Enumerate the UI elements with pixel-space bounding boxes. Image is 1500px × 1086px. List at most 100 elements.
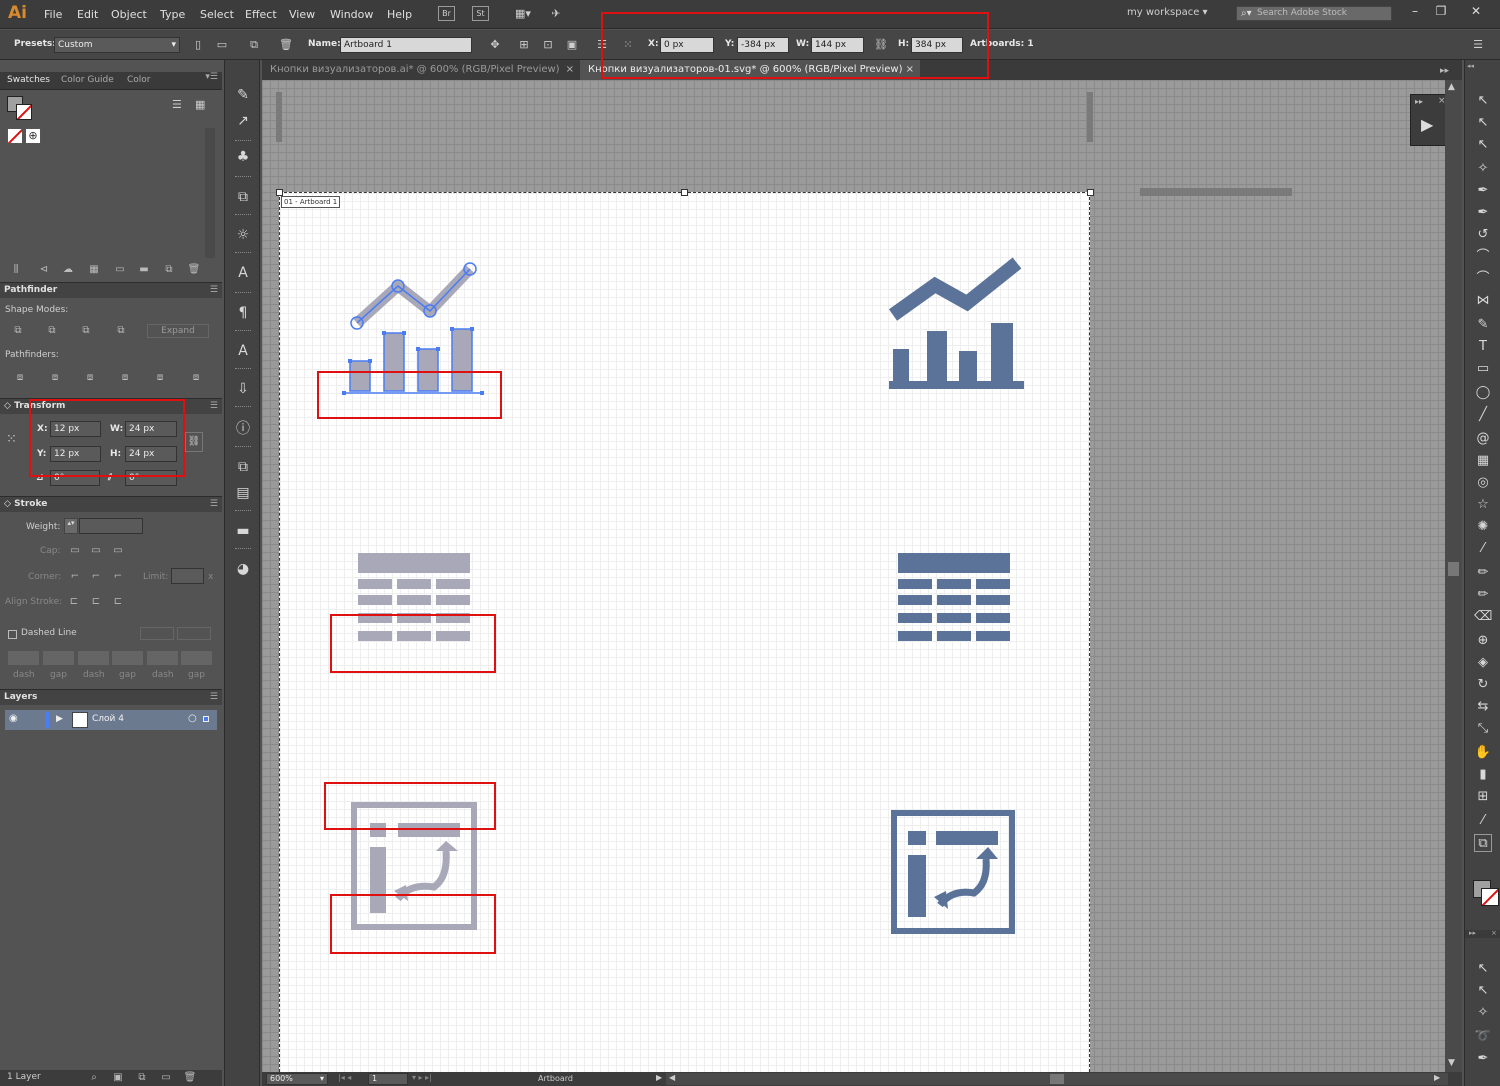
minimize-button[interactable]: – <box>1403 3 1427 19</box>
report-icon-final[interactable] <box>890 809 1020 939</box>
weight-stepper[interactable]: ▴▾ <box>64 518 78 534</box>
divide-icon[interactable]: ⧈ <box>12 371 28 385</box>
rotate-tool-icon[interactable]: ↻ <box>1474 676 1492 694</box>
tabs-overflow-icon[interactable]: ▸▸ <box>1440 66 1449 76</box>
pen-tool-alt-icon[interactable]: ✒ <box>1474 1050 1492 1068</box>
layer-row[interactable]: ◉ ▶ Слой 4 ○ <box>5 710 217 730</box>
color-wheel-icon[interactable]: ◕ <box>234 560 252 578</box>
layers-menu-icon[interactable]: ☰ <box>210 690 218 705</box>
dash-align-icon[interactable] <box>177 627 211 640</box>
menu-file[interactable]: File <box>44 8 62 21</box>
color-group-icon[interactable]: ▦ <box>86 263 102 277</box>
new-layer-icon[interactable]: ▭ <box>158 1071 174 1085</box>
menu-select[interactable]: Select <box>200 8 234 21</box>
align-inside-icon[interactable]: ⊏ <box>88 595 104 609</box>
next-artboard-icon[interactable]: ▾ ▸ ▸| <box>412 1073 432 1082</box>
show-center-mark-icon[interactable]: ⊞ <box>516 37 532 53</box>
trim-icon[interactable]: ⧈ <box>47 371 63 385</box>
group-selection-tool-icon[interactable]: ↖ <box>1474 136 1492 154</box>
swatch-library-icon[interactable]: ⫼ <box>8 263 24 277</box>
intersect-icon[interactable]: ⧉ <box>78 324 94 338</box>
pathfinder-menu-icon[interactable]: ☰ <box>210 283 218 298</box>
gap-2-input[interactable] <box>112 651 143 665</box>
line-tool-icon[interactable]: ╱ <box>1474 406 1492 424</box>
stroke-swatch[interactable] <box>16 104 32 120</box>
doc-tab-ai[interactable]: Кнопки визуализаторов.ai* @ 600% (RGB/Pi… <box>262 60 580 80</box>
butt-cap-icon[interactable]: ▭ <box>67 544 83 558</box>
eyedropper-tool-icon[interactable]: ⁄ <box>1474 812 1492 830</box>
secondary-close-icon[interactable]: × <box>1491 929 1497 937</box>
dash-3-input[interactable] <box>147 651 178 665</box>
collapse-icon[interactable]: ▸▸ <box>1415 97 1423 106</box>
eraser-tool-icon[interactable]: ⌫ <box>1474 608 1492 626</box>
appearance-icon[interactable]: ☼ <box>234 226 252 244</box>
new-color-group-icon[interactable]: ▬ <box>136 263 152 277</box>
menu-window[interactable]: Window <box>330 8 373 21</box>
ellipse-tool-icon[interactable]: ◯ <box>1474 384 1492 402</box>
align-outside-icon[interactable]: ⊏ <box>110 595 126 609</box>
artboard-handle-tc[interactable] <box>681 189 688 196</box>
first-artboard-icon[interactable]: |◂ ◂ <box>338 1073 351 1082</box>
transform-reference-point-icon[interactable]: ⁙ <box>6 432 24 450</box>
swatch-kinds-icon[interactable]: ⊲ <box>36 263 52 277</box>
magic-wand-tool-icon[interactable]: ✧ <box>1474 160 1492 178</box>
secondary-collapse-icon[interactable]: ▸▸ <box>1469 929 1476 937</box>
dash-preserve-icon[interactable] <box>140 627 174 640</box>
weight-input[interactable] <box>79 518 143 534</box>
glyphs-icon[interactable]: A <box>234 342 252 360</box>
add-anchor-tool-icon[interactable]: ✒ <box>1474 204 1492 222</box>
stroke-color-icon[interactable] <box>1481 888 1499 906</box>
smooth-tool-icon[interactable]: ✏ <box>1474 586 1492 604</box>
actions-mini-panel[interactable]: ▸▸ × ▶ <box>1410 94 1450 146</box>
swatches-menu-icon[interactable]: ▾☰ <box>205 72 218 82</box>
play-icon[interactable]: ▶ <box>1421 115 1433 134</box>
transform-menu-icon[interactable]: ☰ <box>210 399 218 414</box>
round-join-icon[interactable]: ⌐ <box>88 570 104 584</box>
paint-brush-icon[interactable]: ⁄ <box>1474 540 1492 558</box>
move-copy-artwork-icon[interactable]: ✥ <box>487 37 503 53</box>
workspace-switcher[interactable]: my workspace ▾ <box>1127 7 1208 18</box>
show-cross-hairs-icon[interactable]: ⊡ <box>540 37 556 53</box>
vertical-scrollbar[interactable]: ▲ ▼ <box>1445 80 1462 1072</box>
tab-color-guide[interactable]: Color Guide <box>61 75 114 85</box>
menu-help[interactable]: Help <box>387 8 412 21</box>
tab-color[interactable]: Color <box>127 75 151 85</box>
cloud-library-icon[interactable]: ☁ <box>60 263 76 277</box>
gradient-tool-icon[interactable]: ▮ <box>1474 766 1492 784</box>
document-info-icon[interactable]: ⓘ <box>234 420 252 438</box>
asset-export-icon[interactable]: ⇩ <box>234 380 252 398</box>
rectangle-tool-icon[interactable]: ▭ <box>1474 360 1492 378</box>
new-sublayer-icon[interactable]: ⧉ <box>134 1071 150 1085</box>
minus-front-icon[interactable]: ⧉ <box>44 324 60 338</box>
pathfinder-header[interactable]: Pathfinder ☰ <box>0 282 222 298</box>
paintbrush-tool-icon[interactable]: ✎ <box>1474 316 1492 334</box>
h-scroll-thumb[interactable] <box>1050 1074 1064 1084</box>
artboard-handle-tl[interactable] <box>276 189 283 196</box>
gradient-icon[interactable]: ▬ <box>234 522 252 540</box>
gap-1-input[interactable] <box>43 651 74 665</box>
horizontal-scrollbar[interactable]: ◀ ▶ <box>666 1073 1448 1085</box>
new-artboard-icon[interactable]: ⧉ <box>246 37 262 53</box>
arrange-documents-icon[interactable]: ▦▾ <box>510 6 536 22</box>
unite-icon[interactable]: ⧉ <box>10 324 26 338</box>
none-swatch[interactable] <box>7 128 23 144</box>
exclude-icon[interactable]: ⧉ <box>113 324 129 338</box>
polar-grid-tool-icon[interactable]: ◎ <box>1474 474 1492 492</box>
chart-icon-final[interactable] <box>885 255 1030 405</box>
character-icon[interactable]: A <box>234 264 252 282</box>
scroll-right-icon[interactable]: ▶ <box>1434 1073 1440 1082</box>
dashed-line-checkbox[interactable] <box>8 630 17 639</box>
new-swatch-icon[interactable]: ⧉ <box>161 263 177 277</box>
close-button[interactable]: ✕ <box>1464 3 1488 19</box>
anchor-point-tool-icon[interactable]: ⌒ <box>1474 248 1492 266</box>
direct-selection-tool-icon[interactable]: ↖ <box>1474 114 1492 132</box>
delete-swatch-icon[interactable]: 🗑 <box>186 263 202 277</box>
swatch-options-icon[interactable]: ▭ <box>112 263 128 277</box>
pencil-tool-icon[interactable]: ✏ <box>1474 564 1492 582</box>
transparency-icon[interactable]: ⧉ <box>234 458 252 476</box>
target-icon[interactable]: ○ <box>188 713 197 724</box>
landscape-icon[interactable]: ▭ <box>214 37 230 53</box>
brushes-icon[interactable]: ✎ <box>234 86 252 104</box>
scroll-down-icon[interactable]: ▼ <box>1448 1058 1455 1068</box>
bevel-join-icon[interactable]: ⌐ <box>110 570 126 584</box>
